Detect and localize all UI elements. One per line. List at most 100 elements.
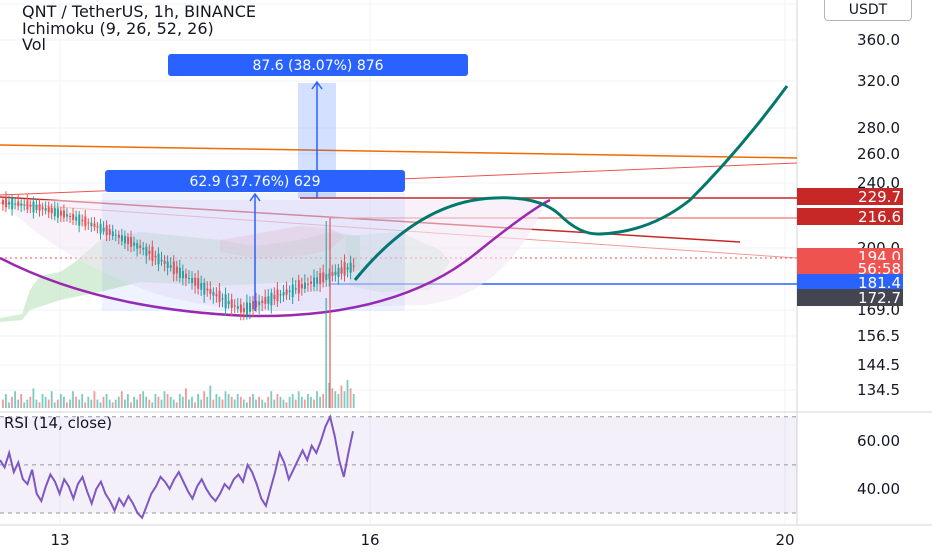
volume-bar [255, 399, 257, 408]
volume-bar [239, 396, 242, 408]
volume-bar [8, 402, 10, 408]
price-chart[interactable]: 87.6 (38.07%) 876 62.9 (37.76%) 629 RSI (… [0, 0, 932, 550]
candle-body [72, 214, 75, 220]
volume-bar [157, 396, 160, 408]
volume-bar [194, 402, 196, 408]
candle-body [23, 204, 26, 206]
candle-body [66, 214, 69, 217]
candle-body [50, 207, 53, 214]
volume-bar [120, 391, 123, 408]
volume-bar [145, 396, 148, 408]
volume-bar [258, 396, 260, 408]
measure-range-lower [102, 193, 405, 311]
volume-bar [307, 394, 309, 408]
volume-bar [215, 394, 218, 408]
candle-body [11, 198, 14, 210]
volume-bar [325, 298, 328, 408]
volume-bar [172, 399, 175, 408]
volume-bar [139, 394, 142, 408]
volume-bar [181, 396, 184, 408]
price-tick-label: 156.5 [857, 327, 900, 345]
volume-bar [127, 394, 129, 408]
volume-bar [346, 380, 349, 408]
volume-bar [267, 396, 270, 408]
currency-button[interactable]: USDT [824, 0, 912, 21]
ichimoku-label: Ichimoku (9, 26, 52, 26) [22, 19, 214, 38]
volume-bar [313, 399, 315, 408]
volume-bar [41, 394, 44, 408]
volume-bar [188, 399, 190, 408]
volume-bar [47, 399, 50, 408]
volume-bar [227, 394, 230, 408]
candle-body [20, 203, 23, 206]
volume-bar [130, 402, 132, 408]
volume-bar [191, 396, 193, 408]
volume-bar [84, 402, 87, 408]
volume-bar [44, 396, 47, 408]
volume-bar [111, 402, 114, 408]
time-tick-label: 20 [775, 531, 794, 549]
volume-bar [69, 399, 71, 408]
volume-bar [105, 394, 108, 408]
candle-body [84, 216, 87, 227]
volume-bar [273, 399, 276, 408]
volume-bar [50, 391, 53, 408]
volume-bar [291, 394, 294, 408]
candle-body [8, 201, 11, 205]
volume-bar [340, 385, 343, 408]
volume-bar [233, 399, 236, 408]
candle-body [32, 201, 35, 213]
price-tag-label: 229.7 [858, 188, 901, 206]
candle-body [93, 223, 96, 228]
volume-bar [279, 396, 282, 408]
volume-bar [203, 391, 206, 408]
volume-bar [26, 399, 29, 408]
volume-bar [242, 399, 245, 408]
price-tick-label: 360.0 [857, 31, 900, 49]
volume-bar [136, 399, 138, 408]
volume-bar [261, 399, 264, 408]
candle-body [78, 214, 81, 226]
time-axis: 13 16 20 [50, 531, 794, 549]
volume-bar [108, 399, 111, 408]
volume-bar [270, 391, 273, 408]
volume-bar [114, 399, 117, 408]
time-tick-label: 13 [50, 531, 69, 549]
volume-bar [236, 394, 239, 408]
price-tick-label: 144.5 [857, 356, 900, 374]
volume-bar [352, 394, 355, 408]
vol-label: Vol [22, 35, 46, 54]
volume-bar [102, 396, 105, 408]
volume-bar [276, 394, 279, 408]
volume-bar [343, 391, 346, 408]
volume-bar [59, 394, 62, 408]
volume-bar [169, 396, 172, 408]
volume-bar [285, 402, 288, 408]
volume-bar [185, 388, 187, 408]
candle-body [99, 223, 102, 234]
measure-label-text: 62.9 (37.76%) 629 [189, 174, 320, 190]
candle-body [69, 216, 72, 218]
volume-bar [75, 396, 77, 408]
rsi-tick-label: 60.00 [857, 432, 900, 450]
volume-bar [331, 388, 334, 408]
volume-bar [218, 396, 221, 408]
volume-bar [310, 396, 312, 408]
volume-bar [200, 399, 203, 408]
candle-body [5, 197, 8, 208]
price-tag-label: 216.6 [858, 208, 901, 226]
volume-bar [32, 388, 35, 408]
volume-bar [23, 402, 26, 408]
volume-bar [322, 394, 325, 408]
volume-bar [29, 396, 32, 408]
volume-bar [63, 396, 65, 408]
price-tick-label: 320.0 [857, 72, 900, 90]
volume-bar [53, 402, 56, 408]
volume-bar [96, 399, 99, 408]
volume-bar [163, 391, 166, 408]
chart-stage[interactable]: 87.6 (38.07%) 876 62.9 (37.76%) 629 RSI (… [0, 0, 932, 550]
volume-bar [224, 391, 227, 408]
volume-bar [246, 402, 248, 408]
volume-bar [5, 394, 7, 408]
volume-bar [151, 402, 154, 408]
